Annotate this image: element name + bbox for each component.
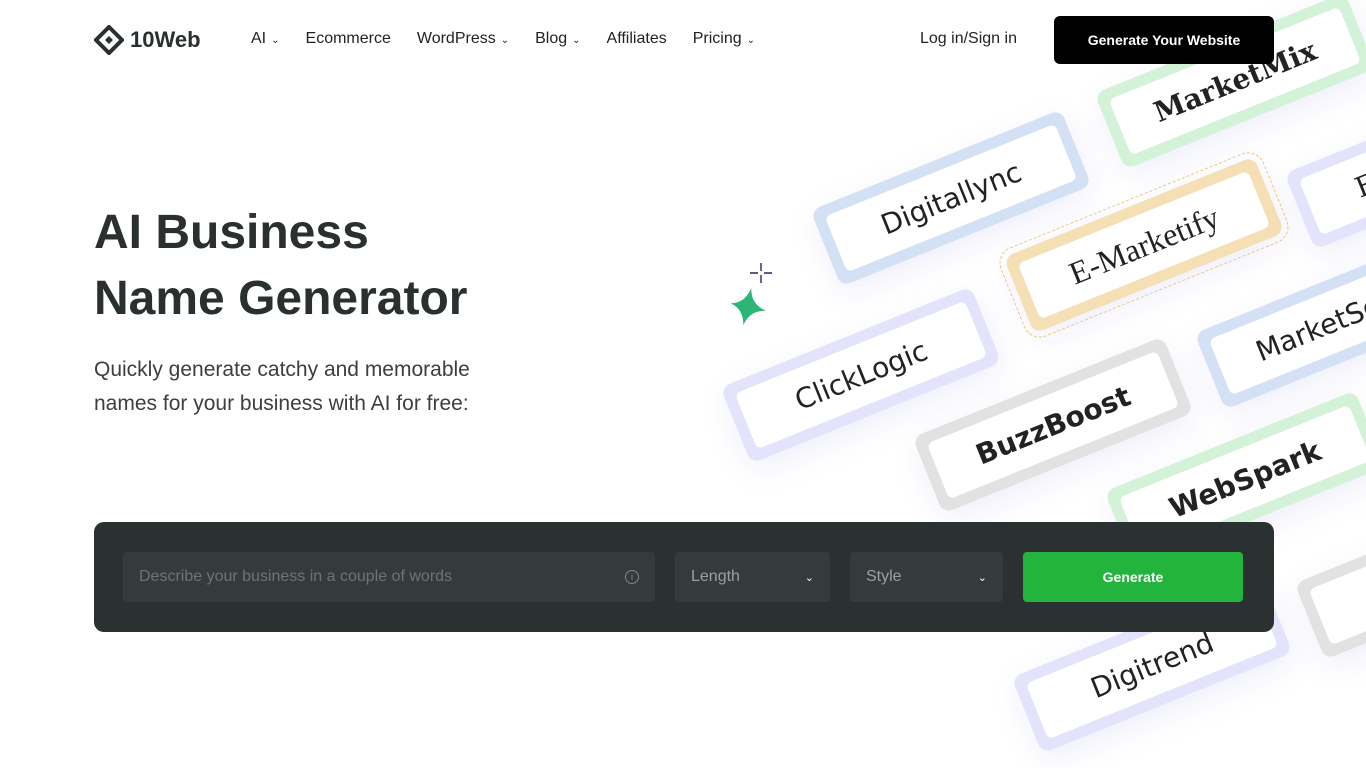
nav-affiliates[interactable]: Affiliates <box>607 30 667 48</box>
name-card-text: MarketSc <box>1208 246 1366 396</box>
title-line-1: AI Business <box>94 206 369 259</box>
generate-button[interactable]: Generate <box>1023 552 1243 602</box>
name-card-text: E <box>1298 86 1366 236</box>
nav-ai[interactable]: AI ⌄ <box>251 30 280 48</box>
generate-website-button[interactable]: Generate Your Website <box>1054 16 1274 64</box>
info-icon[interactable]: i <box>625 570 639 584</box>
business-description-input[interactable]: Describe your business in a couple of wo… <box>123 552 655 602</box>
length-label: Length <box>691 568 740 585</box>
generator-form: Describe your business in a couple of wo… <box>94 522 1274 632</box>
sparkle-icon <box>730 263 772 326</box>
nav-blog[interactable]: Blog ⌄ <box>535 30 580 48</box>
name-card: MarketSc <box>1194 232 1366 410</box>
nav-ai-label: AI <box>251 30 267 47</box>
nav-blog-label: Blog <box>535 30 568 47</box>
page-title: AI Business Name Generator <box>94 200 594 332</box>
logo[interactable]: 10Web <box>94 25 201 55</box>
name-card <box>1294 482 1366 660</box>
hero-subtitle: Quickly generate catchy and memorable na… <box>94 358 470 415</box>
input-placeholder: Describe your business in a couple of wo… <box>139 568 453 585</box>
chevron-down-icon: ⌄ <box>746 34 756 46</box>
nav-pricing-label: Pricing <box>692 30 742 47</box>
title-line-2: Name Generator <box>94 272 468 325</box>
chevron-down-icon: ⌄ <box>271 34 280 46</box>
name-card-blank <box>1308 496 1366 646</box>
nav-pricing[interactable]: Pricing ⌄ <box>693 30 755 48</box>
nav-wordpress[interactable]: WordPress ⌄ <box>417 30 509 48</box>
chevron-down-icon: ⌄ <box>977 571 987 584</box>
style-select[interactable]: Style ⌄ <box>850 552 1003 602</box>
nav-affiliates-label: Affiliates <box>606 30 667 47</box>
chevron-down-icon: ⌄ <box>500 34 510 46</box>
chevron-down-icon: ⌄ <box>572 34 581 46</box>
logo-icon <box>94 25 124 55</box>
chevron-down-icon: ⌄ <box>804 571 814 584</box>
nav-ecommerce[interactable]: Ecommerce <box>306 30 391 48</box>
login-link[interactable]: Log in/Sign in <box>920 30 1017 48</box>
style-label: Style <box>866 568 902 585</box>
nav-ecommerce-label: Ecommerce <box>305 30 391 47</box>
logo-text: 10Web <box>130 27 201 52</box>
length-select[interactable]: Length ⌄ <box>675 552 830 602</box>
nav-wordpress-label: WordPress <box>416 30 496 47</box>
